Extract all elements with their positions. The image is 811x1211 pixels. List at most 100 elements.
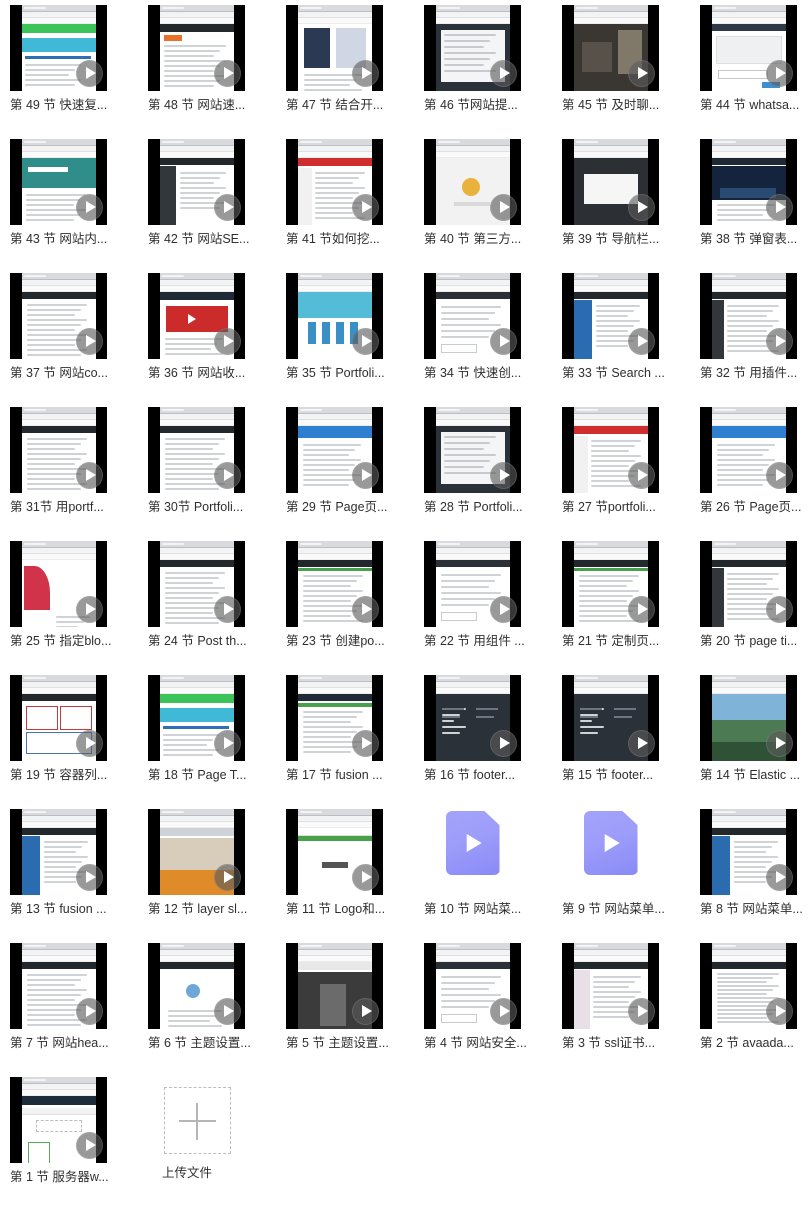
- play-overlay-icon[interactable]: [76, 60, 103, 87]
- video-thumbnail[interactable]: [700, 273, 797, 359]
- video-thumbnail[interactable]: [700, 541, 797, 627]
- play-overlay-icon[interactable]: [490, 596, 517, 623]
- video-file-thumbnail[interactable]: [424, 809, 521, 895]
- video-thumbnail[interactable]: [700, 809, 797, 895]
- play-overlay-icon[interactable]: [76, 328, 103, 355]
- video-thumbnail[interactable]: [424, 407, 521, 493]
- video-thumbnail[interactable]: [286, 675, 383, 761]
- video-item[interactable]: 第 46 节网站提...: [424, 5, 562, 139]
- video-thumbnail[interactable]: [562, 675, 659, 761]
- video-item[interactable]: 第 13 节 fusion ...: [10, 809, 148, 943]
- video-item[interactable]: 第 31节 用portf...: [10, 407, 148, 541]
- play-overlay-icon[interactable]: [214, 328, 241, 355]
- video-item[interactable]: 第 8 节 网站菜单...: [700, 809, 811, 943]
- video-thumbnail[interactable]: [424, 943, 521, 1029]
- video-item[interactable]: 第 40 节 第三方...: [424, 139, 562, 273]
- upload-file-item[interactable]: 上传文件: [148, 1077, 286, 1211]
- video-item[interactable]: 第 10 节 网站菜...: [424, 809, 562, 943]
- video-thumbnail[interactable]: [286, 943, 383, 1029]
- video-item[interactable]: 第 28 节 Portfoli...: [424, 407, 562, 541]
- video-item[interactable]: 第 20 节 page ti...: [700, 541, 811, 675]
- play-overlay-icon[interactable]: [628, 194, 655, 221]
- video-item[interactable]: 第 34 节 快速创...: [424, 273, 562, 407]
- video-item[interactable]: 第 47 节 结合开...: [286, 5, 424, 139]
- play-overlay-icon[interactable]: [490, 60, 517, 87]
- play-overlay-icon[interactable]: [490, 462, 517, 489]
- video-thumbnail[interactable]: [562, 541, 659, 627]
- play-overlay-icon[interactable]: [214, 998, 241, 1025]
- upload-dropzone[interactable]: [164, 1087, 231, 1154]
- video-item[interactable]: 第 12 节 layer sl...: [148, 809, 286, 943]
- video-thumbnail[interactable]: [148, 5, 245, 91]
- play-overlay-icon[interactable]: [766, 60, 793, 87]
- video-thumbnail[interactable]: [562, 943, 659, 1029]
- video-item[interactable]: 第 22 节 用组件 ...: [424, 541, 562, 675]
- video-item[interactable]: 第 30节 Portfoli...: [148, 407, 286, 541]
- video-item[interactable]: 第 14 节 Elastic ...: [700, 675, 811, 809]
- video-item[interactable]: 第 18 节 Page T...: [148, 675, 286, 809]
- video-item[interactable]: 第 38 节 弹窗表...: [700, 139, 811, 273]
- video-thumbnail[interactable]: [10, 139, 107, 225]
- video-thumbnail[interactable]: [700, 139, 797, 225]
- video-item[interactable]: 第 19 节 容器列...: [10, 675, 148, 809]
- video-thumbnail[interactable]: [286, 273, 383, 359]
- video-thumbnail[interactable]: [562, 407, 659, 493]
- play-overlay-icon[interactable]: [628, 730, 655, 757]
- video-thumbnail[interactable]: [10, 943, 107, 1029]
- play-overlay-icon[interactable]: [352, 730, 379, 757]
- video-thumbnail[interactable]: [424, 5, 521, 91]
- play-overlay-icon[interactable]: [628, 60, 655, 87]
- video-thumbnail[interactable]: [286, 809, 383, 895]
- play-overlay-icon[interactable]: [214, 730, 241, 757]
- video-thumbnail[interactable]: [562, 139, 659, 225]
- play-overlay-icon[interactable]: [76, 462, 103, 489]
- video-item[interactable]: 第 35 节 Portfoli...: [286, 273, 424, 407]
- play-overlay-icon[interactable]: [352, 998, 379, 1025]
- play-overlay-icon[interactable]: [76, 998, 103, 1025]
- video-thumbnail[interactable]: [424, 675, 521, 761]
- video-item[interactable]: 第 4 节 网站安全...: [424, 943, 562, 1077]
- video-item[interactable]: 第 39 节 导航栏...: [562, 139, 700, 273]
- video-item[interactable]: 第 21 节 定制页...: [562, 541, 700, 675]
- video-thumbnail[interactable]: [148, 273, 245, 359]
- video-thumbnail[interactable]: [10, 675, 107, 761]
- video-item[interactable]: 第 49 节 快速复...: [10, 5, 148, 139]
- video-thumbnail[interactable]: [286, 5, 383, 91]
- video-thumbnail[interactable]: [10, 809, 107, 895]
- play-overlay-icon[interactable]: [352, 194, 379, 221]
- video-item[interactable]: 第 17 节 fusion ...: [286, 675, 424, 809]
- video-thumbnail[interactable]: [148, 407, 245, 493]
- play-overlay-icon[interactable]: [628, 328, 655, 355]
- video-file-thumbnail[interactable]: [562, 809, 659, 895]
- play-overlay-icon[interactable]: [490, 730, 517, 757]
- video-thumbnail[interactable]: [10, 541, 107, 627]
- video-item[interactable]: 第 33 节 Search ...: [562, 273, 700, 407]
- play-overlay-icon[interactable]: [352, 596, 379, 623]
- video-item[interactable]: 第 44 节 whatsa...: [700, 5, 811, 139]
- play-overlay-icon[interactable]: [766, 998, 793, 1025]
- video-item[interactable]: 第 37 节 网站co...: [10, 273, 148, 407]
- video-thumbnail[interactable]: [700, 675, 797, 761]
- video-item[interactable]: 第 24 节 Post th...: [148, 541, 286, 675]
- video-thumbnail[interactable]: [148, 139, 245, 225]
- play-overlay-icon[interactable]: [76, 194, 103, 221]
- video-item[interactable]: 第 42 节 网站SE...: [148, 139, 286, 273]
- video-item[interactable]: 第 6 节 主题设置...: [148, 943, 286, 1077]
- play-overlay-icon[interactable]: [766, 194, 793, 221]
- video-thumbnail[interactable]: [700, 943, 797, 1029]
- video-item[interactable]: 第 11 节 Logo和...: [286, 809, 424, 943]
- video-thumbnail[interactable]: [148, 943, 245, 1029]
- play-overlay-icon[interactable]: [76, 730, 103, 757]
- play-overlay-icon[interactable]: [352, 462, 379, 489]
- play-overlay-icon[interactable]: [76, 596, 103, 623]
- video-thumbnail[interactable]: [424, 273, 521, 359]
- video-item[interactable]: 第 26 节 Page页...: [700, 407, 811, 541]
- video-thumbnail[interactable]: [286, 407, 383, 493]
- video-item[interactable]: 第 32 节 用插件...: [700, 273, 811, 407]
- video-item[interactable]: 第 9 节 网站菜单...: [562, 809, 700, 943]
- play-overlay-icon[interactable]: [490, 998, 517, 1025]
- play-overlay-icon[interactable]: [628, 998, 655, 1025]
- video-item[interactable]: 第 36 节 网站收...: [148, 273, 286, 407]
- video-thumbnail[interactable]: [10, 407, 107, 493]
- play-overlay-icon[interactable]: [766, 864, 793, 891]
